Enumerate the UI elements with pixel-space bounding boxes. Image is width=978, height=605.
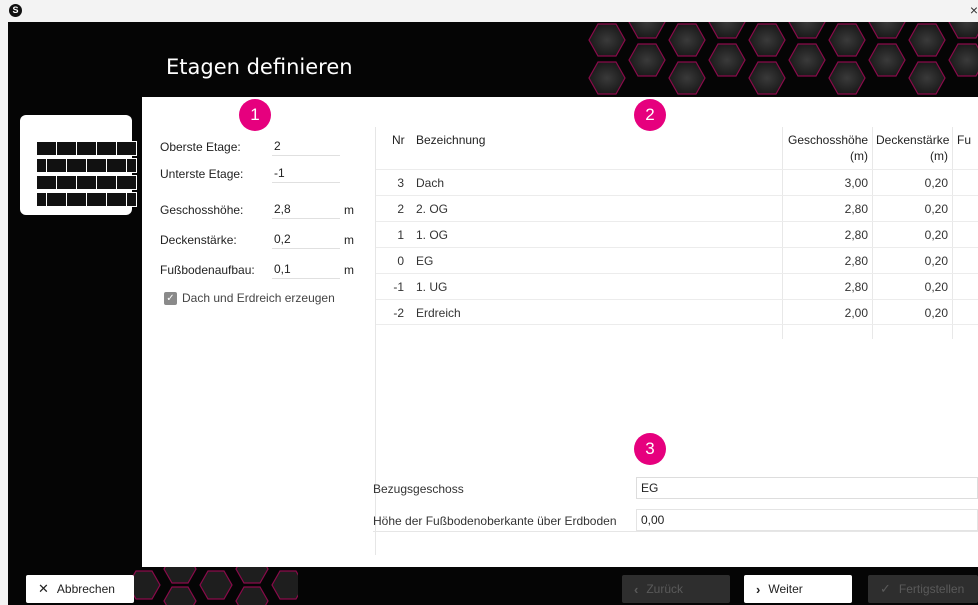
cell-deckenstaerke: 0,20 (924, 254, 948, 268)
finish-button-label: Fertigstellen (898, 582, 965, 596)
cell-bezeichnung: 2. OG (416, 202, 449, 216)
cell-nr: 2 (397, 202, 404, 216)
hoehe-fussbodenoberkante-label: Höhe der Fußbodenoberkante über Erdboden (373, 514, 617, 528)
title-bar: S × (0, 0, 978, 22)
cancel-button[interactable]: ✕ Abbrechen (26, 575, 134, 603)
cell-nr: 0 (397, 254, 404, 268)
page-title: Etagen definieren (166, 55, 353, 79)
dialog-window: Etagen definieren 1 2 3 Oberste Etage: 2… (8, 22, 978, 605)
sidebar (8, 97, 142, 567)
table-row[interactable]: 1 1. OG 2,80 0,20 (376, 221, 978, 247)
checkbox-checked-icon[interactable]: ✓ (164, 291, 177, 305)
fussbodenaufbau-unit: m (344, 263, 354, 277)
finish-button[interactable]: ✓ Fertigstellen (868, 575, 978, 603)
oberste-etage-input[interactable] (272, 136, 340, 156)
cell-bezeichnung: 1. OG (416, 228, 449, 242)
column-header-deckenstaerke[interactable]: Deckenstärke (876, 133, 949, 147)
cell-geschosshoehe: 2,00 (844, 306, 868, 320)
next-button[interactable]: › Weiter (744, 575, 852, 603)
chevron-right-icon: › (756, 581, 761, 597)
cell-bezeichnung: 1. UG (416, 280, 448, 294)
cell-geschosshoehe: 3,00 (844, 176, 868, 190)
table-row[interactable]: 3 Dach 3,00 0,20 (376, 169, 978, 195)
hexagon-pattern (588, 22, 978, 95)
cell-geschosshoehe: 2,80 (844, 254, 868, 268)
chevron-left-icon: ‹ (634, 581, 639, 597)
app-icon: S (9, 4, 22, 17)
cell-nr: 3 (397, 176, 404, 190)
next-button-label: Weiter (768, 582, 803, 596)
back-button-label: Zurück (646, 582, 684, 596)
back-button[interactable]: ‹ Zurück (622, 575, 730, 603)
hoehe-fussbodenoberkante-input[interactable] (636, 509, 978, 531)
table-row[interactable]: -1 1. UG 2,80 0,20 (376, 273, 978, 299)
cell-deckenstaerke: 0,20 (924, 202, 948, 216)
column-header-bezeichnung[interactable]: Bezeichnung (416, 133, 485, 147)
cell-nr: -1 (393, 280, 404, 294)
unterste-etage-input[interactable] (272, 163, 340, 183)
hexagon-pattern (128, 567, 298, 605)
cell-geschosshoehe: 2,80 (844, 228, 868, 242)
column-header-geschosshoehe-unit: (m) (850, 149, 868, 163)
column-header-deckenstaerke-unit: (m) (930, 149, 948, 163)
etagen-table: Nr Bezeichnung Geschosshöhe (m) Deckenst… (375, 127, 978, 360)
column-header-geschosshoehe[interactable]: Geschosshöhe (788, 133, 868, 147)
brick-wall-icon (20, 115, 137, 215)
dialog-header: Etagen definieren (8, 22, 978, 97)
table-row[interactable]: 0 EG 2,80 0,20 (376, 247, 978, 273)
fussbodenaufbau-label: Fußbodenaufbau: (160, 263, 255, 277)
annotation-marker-1: 1 (239, 99, 271, 131)
oberste-etage-label: Oberste Etage: (160, 140, 241, 154)
column-header-fussboden[interactable]: Fu (957, 133, 971, 147)
deckenstaerke-input[interactable] (272, 229, 340, 249)
cancel-button-label: Abbrechen (56, 582, 115, 596)
cell-nr: 1 (397, 228, 404, 242)
cell-bezeichnung: EG (416, 254, 434, 268)
bezugsgeschoss-label: Bezugsgeschoss (373, 482, 464, 496)
cell-deckenstaerke: 0,20 (924, 306, 948, 320)
check-icon: ✓ (880, 581, 891, 596)
window-close-button[interactable]: × (970, 2, 978, 18)
cell-geschosshoehe: 2,80 (844, 280, 868, 294)
close-icon: ✕ (38, 581, 49, 596)
unterste-etage-label: Unterste Etage: (160, 167, 244, 181)
dach-erdreich-checkbox[interactable]: ✓ Dach und Erdreich erzeugen (164, 291, 335, 305)
geschosshoehe-label: Geschosshöhe: (160, 203, 244, 217)
cell-bezeichnung: Erdreich (416, 306, 461, 320)
cell-nr: -2 (393, 306, 404, 320)
dialog-footer: ✕ Abbrechen ‹ Zurück › Weiter ✓ Fertigst… (8, 567, 978, 605)
dach-erdreich-label: Dach und Erdreich erzeugen (182, 291, 335, 305)
cell-deckenstaerke: 0,20 (924, 228, 948, 242)
geschosshoehe-input[interactable] (272, 199, 340, 219)
cell-deckenstaerke: 0,20 (924, 280, 948, 294)
deckenstaerke-unit: m (344, 233, 354, 247)
cell-geschosshoehe: 2,80 (844, 202, 868, 216)
annotation-marker-3: 3 (634, 433, 666, 465)
divider (373, 531, 978, 532)
bezugsgeschoss-field[interactable] (636, 477, 978, 499)
cell-bezeichnung: Dach (416, 176, 445, 190)
table-row[interactable]: 2 2. OG 2,80 0,20 (376, 195, 978, 221)
deckenstaerke-label: Deckenstärke: (160, 233, 237, 247)
fussbodenaufbau-input[interactable] (272, 259, 340, 279)
geschosshoehe-unit: m (344, 203, 354, 217)
table-row[interactable]: -2 Erdreich 2,00 0,20 (376, 299, 978, 325)
cell-deckenstaerke: 0,20 (924, 176, 948, 190)
column-header-nr[interactable]: Nr (392, 133, 405, 147)
